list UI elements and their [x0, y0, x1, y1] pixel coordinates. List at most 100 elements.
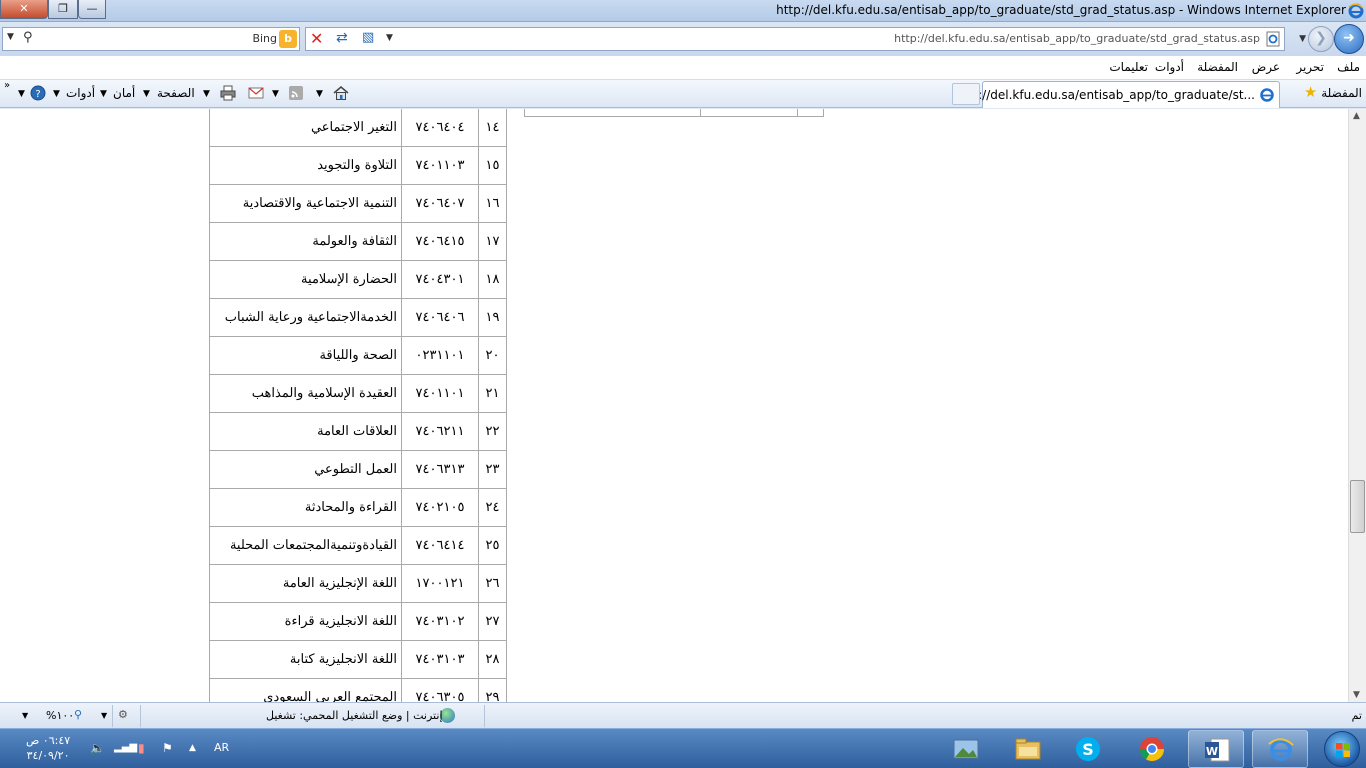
favorites-label: المفضلة [1321, 86, 1362, 100]
zoom-dropdown-icon[interactable]: ▼ [101, 711, 107, 720]
course-name-cell: العقيدة الإسلامية والمذاهب [209, 375, 401, 413]
address-toolbar: ▼ ⚲ Bing b ✕ ⇄ ▧ ▼ http://del.kfu.edu.sa… [0, 22, 1366, 56]
browser-tab[interactable]: http://del.kfu.edu.sa/entisab_app/to_gra… [953, 81, 1280, 108]
course-code-cell: ٧٤٠٦٤٠٦ [401, 299, 478, 337]
print-dropdown-icon[interactable]: ▼ [203, 89, 210, 99]
rss-icon[interactable] [287, 84, 305, 102]
zoom-icon[interactable]: ⚲ [74, 708, 82, 721]
home-dropdown-icon[interactable]: ▼ [316, 89, 323, 99]
minimize-window-button[interactable]: — [78, 0, 106, 19]
magnifier-icon[interactable]: ⚲ [23, 30, 33, 45]
menu-file[interactable]: ملف [1337, 60, 1360, 74]
recent-pages-dropdown-icon[interactable]: ▼ [1299, 34, 1306, 44]
protected-mode-icon[interactable]: ⚙ [118, 708, 128, 721]
safety-menu[interactable]: أمان [113, 86, 135, 100]
zoom-level-dropdown-icon[interactable]: ▼ [22, 711, 28, 720]
internet-explorer-icon [1268, 738, 1294, 761]
page-menu[interactable]: الصفحة [157, 86, 195, 100]
scroll-up-icon[interactable]: ▲ [1353, 111, 1360, 121]
arrow-right-icon[interactable]: ❯ [1308, 26, 1334, 52]
course-code-cell: ٧٤٠٢١٠٥ [401, 489, 478, 527]
taskbar-photo-viewer[interactable] [938, 730, 994, 768]
course-name-cell: التغير الاجتماعي [209, 109, 401, 147]
menu-help[interactable]: تعليمات [1109, 60, 1148, 74]
taskbar-word[interactable]: W [1188, 730, 1244, 768]
chevron-more-icon[interactable]: » [4, 80, 10, 91]
course-name-cell: اللغة الانجليزية كتابة [209, 641, 401, 679]
menu-edit[interactable]: تحرير [1296, 60, 1324, 74]
page-icon [1266, 31, 1280, 47]
show-hidden-icons-icon[interactable]: ▲ [189, 743, 196, 753]
network-icon[interactable]: ▂▄▆ [114, 742, 137, 753]
window-title: http://del.kfu.edu.sa/entisab_app/to_gra… [776, 3, 1346, 17]
course-code-cell: ٧٤٠٦٤٠٤ [401, 109, 478, 147]
table-row: الحضارة الإسلامية ٧٤٠٤٣٠١ ١٨ [209, 261, 507, 299]
bing-logo-icon: b [279, 30, 297, 48]
scrollbar-thumb[interactable] [1350, 480, 1365, 533]
menu-view[interactable]: عرض [1252, 60, 1280, 74]
course-code-cell: ٧٤٠٦٢١١ [401, 413, 478, 451]
table-row: العمل التطوعي ٧٤٠٦٣١٣ ٢٣ [209, 451, 507, 489]
zoom-level[interactable]: %١٠٠ [46, 709, 74, 722]
row-number-cell: ٢٥ [478, 527, 507, 565]
help-icon[interactable]: ? [29, 84, 47, 102]
taskbar-internet-explorer[interactable] [1252, 730, 1308, 768]
security-zone-label[interactable]: إنترنت | وضع التشغيل المحمي: تشغيل [266, 709, 443, 722]
row-number-cell: ٢٢ [478, 413, 507, 451]
course-code-cell: ٧٤٠٦٣٠٥ [401, 679, 478, 702]
row-number-cell: ١٦ [478, 185, 507, 223]
stop-icon[interactable]: ✕ [310, 29, 323, 48]
help-dropdown-icon[interactable]: ▼ [18, 89, 25, 99]
folder-icon [1015, 738, 1041, 760]
clock-time: ٠٦:٤٧ ص [26, 734, 71, 747]
course-code-cell: ٧٤٠٤٣٠١ [401, 261, 478, 299]
refresh-icon[interactable]: ⇄ [336, 30, 348, 46]
course-name-cell: التنمية الاجتماعية والاقتصادية [209, 185, 401, 223]
clock[interactable]: ٠٦:٤٧ ص ٣٤/٠٩/٢٠ [26, 733, 70, 763]
compatibility-view-icon[interactable]: ▧ [362, 30, 374, 45]
maximize-window-button[interactable]: ❐ [48, 0, 78, 19]
start-button[interactable] [1324, 731, 1360, 767]
page-menu-dropdown-icon[interactable]: ▼ [143, 89, 150, 99]
volume-icon[interactable]: 🔈 [90, 741, 105, 755]
address-history-dropdown-icon[interactable]: ▼ [386, 33, 393, 43]
course-code-cell: ٧٤٠١١٠١ [401, 375, 478, 413]
taskbar-chrome[interactable] [1124, 730, 1180, 768]
home-icon[interactable] [332, 84, 350, 102]
menu-favorites[interactable]: المفضلة [1197, 60, 1238, 74]
menu-bar: ملف تحرير عرض المفضلة أدوات تعليمات [0, 56, 1366, 80]
page-content: التغير الاجتماعي ٧٤٠٦٤٠٤ ١٤ التلاوة والتجوي… [0, 109, 1348, 702]
scroll-down-icon[interactable]: ▼ [1353, 690, 1360, 700]
safety-menu-dropdown-icon[interactable]: ▼ [100, 89, 107, 99]
feeds-dropdown-icon[interactable]: ▼ [272, 89, 279, 99]
favorites-button[interactable]: ★ المفضلة [1304, 83, 1362, 101]
status-text: تم [1351, 709, 1362, 722]
taskbar-skype[interactable]: S [1060, 730, 1116, 768]
address-url[interactable]: http://del.kfu.edu.sa/entisab_app/to_gra… [894, 32, 1260, 45]
search-options-dropdown-icon[interactable]: ▼ [7, 32, 14, 42]
new-tab-button[interactable] [952, 83, 980, 105]
table-row: المجتمع العربي السعودي ٧٤٠٦٣٠٥ ٢٩ [209, 679, 507, 702]
table-row: العلاقات العامة ٧٤٠٦٢١١ ٢٢ [209, 413, 507, 451]
flag-icon[interactable]: ⚑ [162, 741, 173, 755]
power-icon[interactable]: ▮ [138, 741, 145, 755]
address-bar[interactable]: ✕ ⇄ ▧ ▼ http://del.kfu.edu.sa/entisab_ap… [305, 27, 1285, 51]
word-icon: W [1205, 738, 1230, 762]
arrow-left-icon[interactable]: ➜ [1334, 24, 1364, 54]
picture-icon [953, 739, 979, 759]
printer-icon[interactable] [219, 84, 237, 102]
clock-date: ٣٤/٠٩/٢٠ [26, 749, 70, 762]
vertical-scrollbar[interactable]: ▲ ▼ [1348, 109, 1366, 702]
close-window-button[interactable]: ✕ [0, 0, 48, 19]
menu-tools[interactable]: أدوات [1155, 60, 1184, 74]
mail-icon[interactable] [247, 84, 265, 102]
search-box[interactable]: ▼ ⚲ Bing b [2, 27, 300, 51]
row-number-cell: ١٥ [478, 147, 507, 185]
row-number-cell: ١٤ [478, 109, 507, 147]
tools-menu[interactable]: أدوات [66, 86, 95, 100]
tools-menu-dropdown-icon[interactable]: ▼ [53, 89, 60, 99]
status-bar: تم إنترنت | وضع التشغيل المحمي: تشغيل ⚙ … [0, 702, 1366, 728]
language-indicator[interactable]: AR [214, 741, 229, 754]
taskbar-explorer[interactable] [1000, 730, 1056, 768]
table-row: التلاوة والتجويد ٧٤٠١١٠٣ ١٥ [209, 147, 507, 185]
